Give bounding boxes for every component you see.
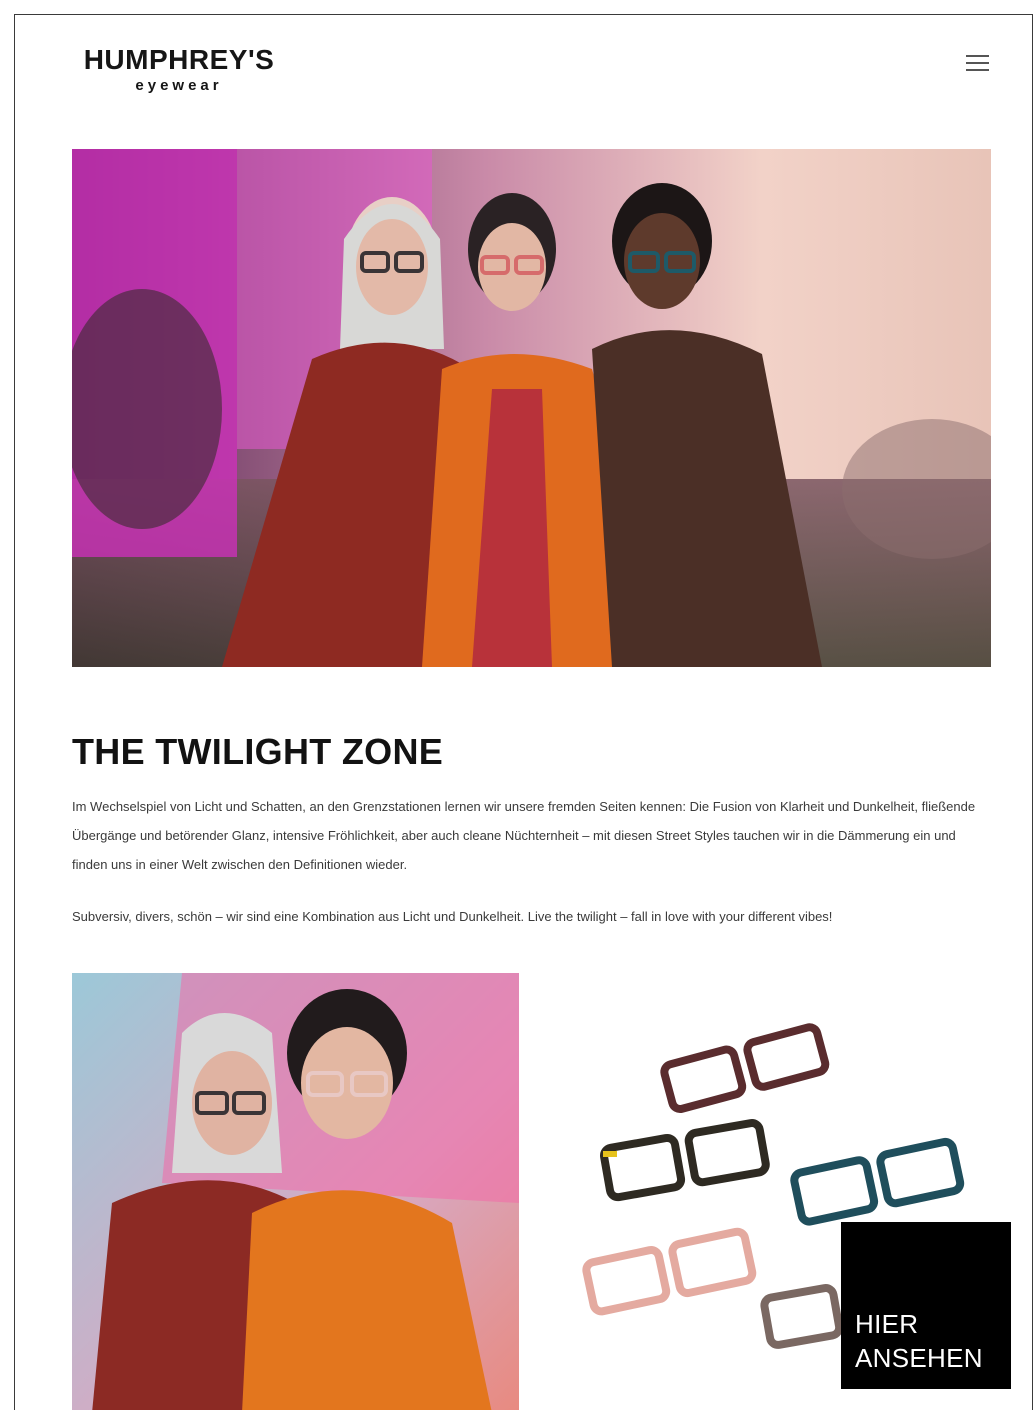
view-collection-button[interactable]: HIER ANSEHEN: [841, 1222, 1011, 1389]
menu-bar: [966, 69, 989, 71]
cta-label-line2: ANSEHEN: [855, 1343, 983, 1373]
menu-bar: [966, 55, 989, 57]
menu-bar: [966, 62, 989, 64]
page-title: THE TWILIGHT ZONE: [72, 731, 444, 772]
brand-name: HUMPHREY'S: [83, 44, 275, 75]
tagline-paragraph: Subversiv, divers, schön – wir sind eine…: [72, 909, 833, 924]
intro-paragraph: Im Wechselspiel von Licht und Schatten, …: [72, 799, 976, 872]
campaign-photo: [72, 973, 519, 1410]
brand-logo[interactable]: HUMPHREY'S eyewear: [71, 45, 287, 95]
cta-label-line1: HIER: [855, 1309, 919, 1339]
hamburger-icon[interactable]: [965, 51, 991, 73]
brand-subtitle: eyewear: [135, 77, 223, 94]
hero-image: [72, 149, 991, 667]
page-frame: HUMPHREY'S eyewear THE TWILIGHT ZONE Im …: [14, 14, 1033, 1410]
